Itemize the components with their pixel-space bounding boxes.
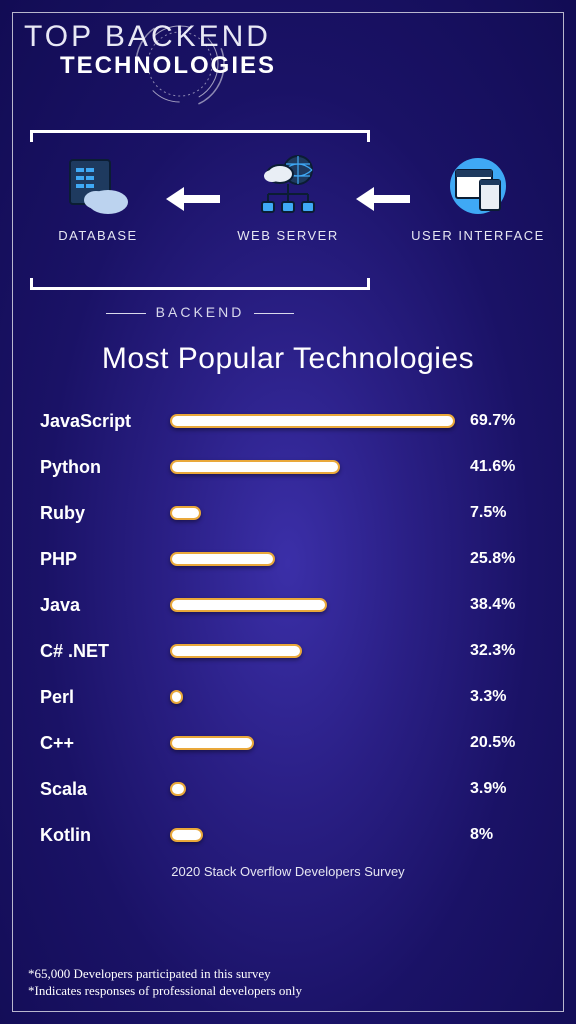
bar-track — [170, 736, 456, 750]
footnote-line: *Indicates responses of professional dev… — [28, 982, 302, 1000]
node-label: DATABASE — [58, 228, 137, 243]
bracket-top — [30, 130, 370, 142]
bar-fill — [170, 644, 302, 658]
bar-track — [170, 552, 456, 566]
bar-fill — [170, 690, 183, 704]
arrow-left-icon — [356, 184, 410, 214]
node-ui: USER INTERFACE — [410, 154, 546, 243]
architecture-diagram: DATABASE WEB SERVER — [30, 130, 546, 320]
title-top: TOP BACKEND — [24, 20, 576, 54]
bar-fill — [170, 506, 201, 520]
footnotes: *65,000 Developers participated in this … — [28, 965, 302, 1000]
bar-track — [170, 460, 456, 474]
bar-track — [170, 690, 456, 704]
bar-fill — [170, 782, 186, 796]
bar-track — [170, 506, 456, 520]
title-bottom: TECHNOLOGIES — [60, 52, 576, 80]
bar-fill — [170, 552, 275, 566]
bar-track — [170, 782, 456, 796]
bar-fill — [170, 414, 455, 428]
backend-label: BACKEND — [30, 304, 370, 320]
bar-track — [170, 414, 456, 428]
bar-fill — [170, 828, 203, 842]
node-label: WEB SERVER — [237, 228, 338, 243]
bar-fill — [170, 460, 340, 474]
arrow-left-icon — [166, 184, 220, 214]
bracket-bottom — [30, 278, 370, 290]
ui-icon — [438, 154, 518, 218]
bar-fill — [170, 598, 327, 612]
node-database: DATABASE — [30, 154, 166, 243]
database-icon — [58, 154, 138, 218]
header: TOP BACKEND TECHNOLOGIES — [0, 0, 576, 100]
bar-track — [170, 828, 456, 842]
webserver-icon — [248, 154, 328, 218]
node-label: USER INTERFACE — [411, 228, 545, 243]
bar-track — [170, 644, 456, 658]
bar-fill — [170, 736, 254, 750]
footnote-line: *65,000 Developers participated in this … — [28, 965, 302, 983]
diagram-row: DATABASE WEB SERVER — [30, 154, 546, 243]
bar-track — [170, 598, 456, 612]
node-webserver: WEB SERVER — [220, 154, 356, 243]
